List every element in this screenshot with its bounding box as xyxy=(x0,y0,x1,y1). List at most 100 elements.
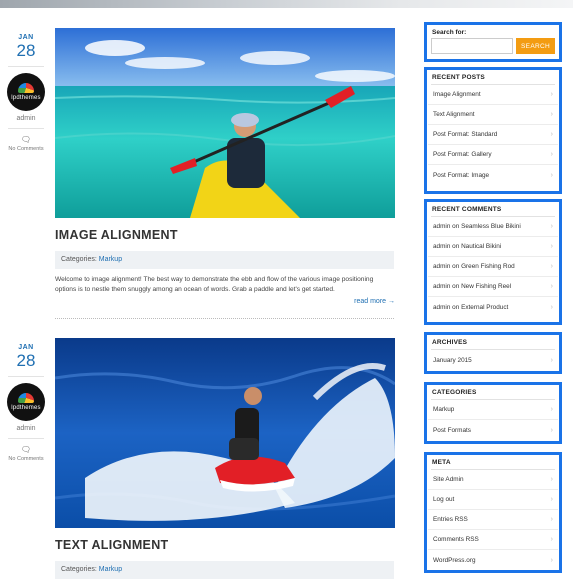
post-separator xyxy=(55,318,394,319)
post-image-jetski[interactable] xyxy=(55,338,395,528)
category-item[interactable]: Markup › xyxy=(428,400,558,420)
date-day: 28 xyxy=(16,41,36,60)
recent-post-item[interactable]: Image Alignment › xyxy=(428,85,558,105)
item-label: Text Alignment xyxy=(433,111,475,118)
divider xyxy=(8,66,44,67)
recent-post-item[interactable]: Post Format: Standard › xyxy=(428,125,558,145)
chevron-right-icon: › xyxy=(550,263,553,270)
avatar[interactable]: lpdthemes xyxy=(7,383,45,421)
chevron-right-icon: › xyxy=(550,516,553,523)
chevron-right-icon: › xyxy=(550,536,553,543)
widget-title: RECENT POSTS xyxy=(432,74,485,81)
widget-title: RECENT COMMENTS xyxy=(432,206,502,213)
chevron-right-icon: › xyxy=(550,223,553,230)
chevron-right-icon: › xyxy=(550,131,553,138)
chevron-right-icon: › xyxy=(550,496,553,503)
category-item[interactable]: Post Formats › xyxy=(428,420,558,440)
item-label: admin on Seamless Blue Bikini xyxy=(433,223,521,230)
top-bar xyxy=(0,0,573,8)
chevron-right-icon: › xyxy=(550,476,553,483)
search-input[interactable] xyxy=(431,38,513,54)
item-label: Image Alignment xyxy=(433,91,481,98)
post-image-kayak[interactable] xyxy=(55,28,395,218)
item-label: Site Admin xyxy=(433,476,464,483)
item-label: January 2015 xyxy=(433,356,472,364)
chevron-right-icon: › xyxy=(550,91,553,98)
chevron-right-icon: › xyxy=(550,303,553,311)
meta-widget: META Site Admin › Log out › Entries RSS › C… xyxy=(424,452,562,573)
post-meta: JAN 28 lpdthemes admin 🗨 No Comments xyxy=(6,340,46,462)
item-label: admin on Green Fishing Rod xyxy=(433,263,515,270)
recent-posts-widget: RECENT POSTS Image Alignment › Text Align… xyxy=(424,67,562,194)
widget-title: META xyxy=(432,459,451,466)
archives-widget: ARCHIVES January 2015 › xyxy=(424,332,562,374)
search-button[interactable]: SEARCH xyxy=(515,38,555,54)
comments-count[interactable]: No Comments xyxy=(6,146,46,152)
item-label: Post Format: Gallery xyxy=(433,151,492,158)
post-title[interactable]: IMAGE ALIGNMENT xyxy=(55,228,178,242)
comment-icon: 🗨 xyxy=(20,135,32,144)
meta-item[interactable]: Log out › xyxy=(428,490,558,510)
chevron-right-icon: › xyxy=(550,171,553,179)
item-label: Post Format: Standard xyxy=(433,131,498,138)
post-meta: JAN 28 lpdthemes admin 🗨 No Comments xyxy=(6,30,46,152)
meta-item[interactable]: Comments RSS › xyxy=(428,530,558,550)
recent-comment-item[interactable]: admin on Seamless Blue Bikini › xyxy=(428,217,558,237)
read-more-link[interactable]: read more → xyxy=(354,298,395,305)
widget-title: CATEGORIES xyxy=(432,389,477,396)
post-categories: Categories: Markup xyxy=(55,251,394,269)
lpdthemes-logo-icon xyxy=(18,393,34,403)
divider xyxy=(8,376,44,377)
chevron-right-icon: › xyxy=(550,406,553,413)
item-label: Markup xyxy=(433,406,455,413)
recent-post-item[interactable]: Post Format: Gallery › xyxy=(428,145,558,165)
recent-comment-item[interactable]: admin on Green Fishing Rod › xyxy=(428,257,558,277)
post-excerpt: Welcome to image alignment! The best way… xyxy=(55,276,374,293)
search-label: Search for: xyxy=(432,29,467,36)
meta-item[interactable]: Site Admin › xyxy=(428,470,558,490)
item-label: WordPress.org xyxy=(433,556,476,564)
avatar-text: lpdthemes xyxy=(11,95,41,101)
search-widget: Search for: SEARCH xyxy=(424,22,562,62)
divider xyxy=(8,438,44,439)
date-month: JAN xyxy=(18,344,34,351)
chevron-right-icon: › xyxy=(550,426,553,434)
recent-comment-item[interactable]: admin on Nautical Bikini › xyxy=(428,237,558,257)
chevron-right-icon: › xyxy=(550,151,553,158)
chevron-right-icon: › xyxy=(550,283,553,290)
item-label: admin on New Fishing Reel xyxy=(433,283,512,290)
chevron-right-icon: › xyxy=(550,243,553,250)
chevron-right-icon: › xyxy=(550,356,553,364)
lpdthemes-logo-icon xyxy=(18,83,34,93)
item-label: Comments RSS xyxy=(433,536,479,543)
chevron-right-icon: › xyxy=(550,556,553,564)
recent-comment-item[interactable]: admin on New Fishing Reel › xyxy=(428,277,558,297)
recent-comments-widget: RECENT COMMENTS admin on Seamless Blue B… xyxy=(424,199,562,325)
recent-post-item[interactable]: Post Format: Image › xyxy=(428,165,558,185)
author-name[interactable]: admin xyxy=(6,425,46,432)
divider xyxy=(8,128,44,129)
author-name[interactable]: admin xyxy=(6,115,46,122)
date-month: JAN xyxy=(18,34,34,41)
meta-item[interactable]: Entries RSS › xyxy=(428,510,558,530)
category-link[interactable]: Markup xyxy=(99,566,122,573)
item-label: Entries RSS xyxy=(433,516,468,523)
avatar[interactable]: lpdthemes xyxy=(7,73,45,111)
comments-count[interactable]: No Comments xyxy=(6,456,46,462)
category-link[interactable]: Markup xyxy=(99,256,122,263)
comment-icon: 🗨 xyxy=(20,445,32,454)
item-label: Post Formats xyxy=(433,426,471,434)
post-categories: Categories: Markup xyxy=(55,561,394,579)
item-label: admin on External Product xyxy=(433,303,509,311)
chevron-right-icon: › xyxy=(550,111,553,118)
widget-title: ARCHIVES xyxy=(432,339,468,346)
recent-post-item[interactable]: Text Alignment › xyxy=(428,105,558,125)
avatar-text: lpdthemes xyxy=(11,405,41,411)
item-label: Post Format: Image xyxy=(433,171,490,179)
categories-label: Categories: xyxy=(61,256,97,263)
recent-comment-item[interactable]: admin on External Product › xyxy=(428,297,558,317)
date-day: 28 xyxy=(16,351,36,370)
meta-item[interactable]: WordPress.org › xyxy=(428,550,558,570)
post-title[interactable]: TEXT ALIGNMENT xyxy=(55,538,168,552)
archive-item[interactable]: January 2015 › xyxy=(428,350,558,370)
